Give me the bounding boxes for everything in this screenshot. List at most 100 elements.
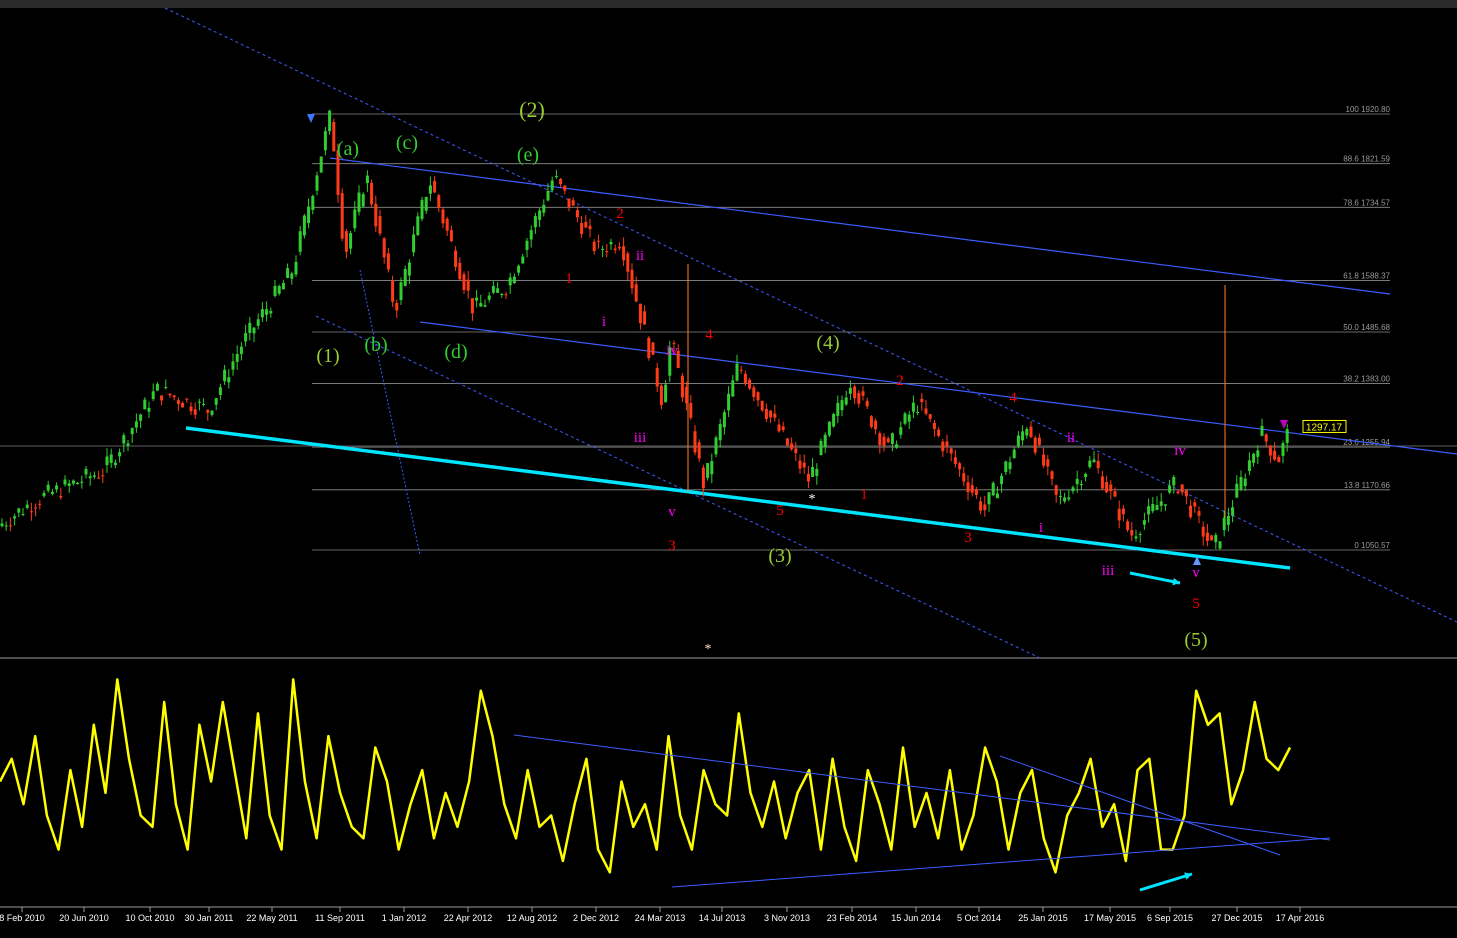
candle-body <box>403 269 407 286</box>
wave-labels: (2) (a) (c) (e) (1) (b) (d) (4) (3) (5) 1 2 3 4 5 2 1 4 3 5… <box>316 97 1207 657</box>
candle-body <box>550 180 554 191</box>
candle-body <box>924 408 928 414</box>
candle-body <box>1260 425 1264 436</box>
candle-body <box>525 240 529 250</box>
candle-body <box>1172 476 1176 486</box>
candle-body <box>277 286 281 294</box>
candle-body <box>504 294 508 296</box>
candle-body <box>580 223 584 235</box>
candle-body <box>38 503 42 505</box>
wave-label: v <box>668 504 676 520</box>
x-tick-label: 5 Oct 2014 <box>957 913 1001 923</box>
candle-body <box>0 523 4 527</box>
candle-body <box>693 431 697 453</box>
candle-body <box>500 293 504 296</box>
candle-body <box>508 277 512 286</box>
candle-body <box>1231 507 1235 516</box>
candle-body <box>109 454 113 463</box>
wave-label: * <box>705 642 712 657</box>
candle-body <box>1025 428 1029 436</box>
candle-body <box>617 246 621 249</box>
candle-body <box>664 384 668 403</box>
x-tick-label: 12 Aug 2012 <box>507 913 558 923</box>
x-tick-label: 2 Dec 2012 <box>573 913 619 923</box>
candle-body <box>71 480 75 484</box>
channel-upper-dashed <box>164 7 1457 623</box>
candle-body <box>991 482 995 496</box>
candle-body <box>1147 506 1151 515</box>
candle-body <box>953 457 957 464</box>
candle-body <box>256 319 260 326</box>
candle-body <box>349 233 353 249</box>
wave-label: (1) <box>316 345 339 367</box>
candle-body <box>441 209 445 224</box>
candle-body <box>101 475 105 477</box>
candle-body <box>731 380 735 397</box>
candle-body <box>563 185 567 191</box>
wave-label: ii <box>636 248 644 264</box>
candle-body <box>1268 445 1272 456</box>
candle-body <box>886 438 890 443</box>
x-tick-label: 17 May 2015 <box>1084 913 1136 923</box>
candle-body <box>458 262 462 280</box>
candle-body <box>1126 521 1130 530</box>
candle-body <box>454 250 458 267</box>
x-tick-label: 10 Oct 2010 <box>125 913 174 923</box>
candle-body <box>97 477 101 479</box>
candle-body <box>655 367 659 387</box>
candle-body <box>781 426 785 431</box>
candle-body <box>42 492 46 497</box>
wave-label: * <box>809 492 816 507</box>
candle-body <box>395 302 399 311</box>
candle-body <box>1155 505 1159 511</box>
candle-body <box>412 234 416 253</box>
candle-body <box>17 508 21 513</box>
candle-body <box>298 231 302 252</box>
x-tick-label: 20 Jun 2010 <box>59 913 109 923</box>
candle-body <box>202 403 206 405</box>
wave-label: iii <box>1102 563 1115 579</box>
candle-body <box>134 421 138 428</box>
oscillator-line <box>0 678 1292 874</box>
candle-body <box>567 198 571 208</box>
candle-body <box>869 416 873 428</box>
candle-body <box>970 485 974 493</box>
candle-body <box>932 422 936 430</box>
x-tick-label: 30 Jan 2011 <box>185 913 234 923</box>
candle-body <box>1189 505 1193 518</box>
candle-body <box>945 441 949 447</box>
candle-body <box>865 400 869 407</box>
candle-body <box>475 297 479 301</box>
wave-label: v <box>1192 565 1200 581</box>
candle-body <box>197 401 201 403</box>
wave-label: 2 <box>896 373 904 389</box>
candle-body <box>832 413 836 427</box>
candle-body <box>239 346 243 355</box>
candle-body <box>319 156 323 173</box>
candle-body <box>756 392 760 401</box>
candle-body <box>722 412 726 428</box>
candle-body <box>1184 490 1188 497</box>
price-tag: 1297.17 <box>1306 422 1343 433</box>
candle-body <box>424 196 428 211</box>
candle-body <box>1138 534 1142 536</box>
candle-body <box>218 387 222 395</box>
candle-body <box>701 467 705 489</box>
candle-body <box>605 251 609 253</box>
candle-body <box>1201 526 1205 537</box>
candle-body <box>55 485 59 490</box>
candle-body <box>328 110 332 132</box>
wave-label: (e) <box>517 144 539 166</box>
candle-body <box>974 489 978 495</box>
x-tick-label: 3 Nov 2013 <box>764 913 810 923</box>
candle-body <box>575 210 579 218</box>
candle-body <box>1163 504 1167 506</box>
candle-body <box>1273 450 1277 460</box>
candle-body <box>1180 484 1184 493</box>
candle-body <box>634 284 638 302</box>
candle-body <box>1092 459 1096 463</box>
candle-body <box>193 409 197 415</box>
x-tick-label: 22 Apr 2012 <box>444 913 493 923</box>
wave-label: (3) <box>768 545 791 567</box>
candle-body <box>13 516 17 519</box>
